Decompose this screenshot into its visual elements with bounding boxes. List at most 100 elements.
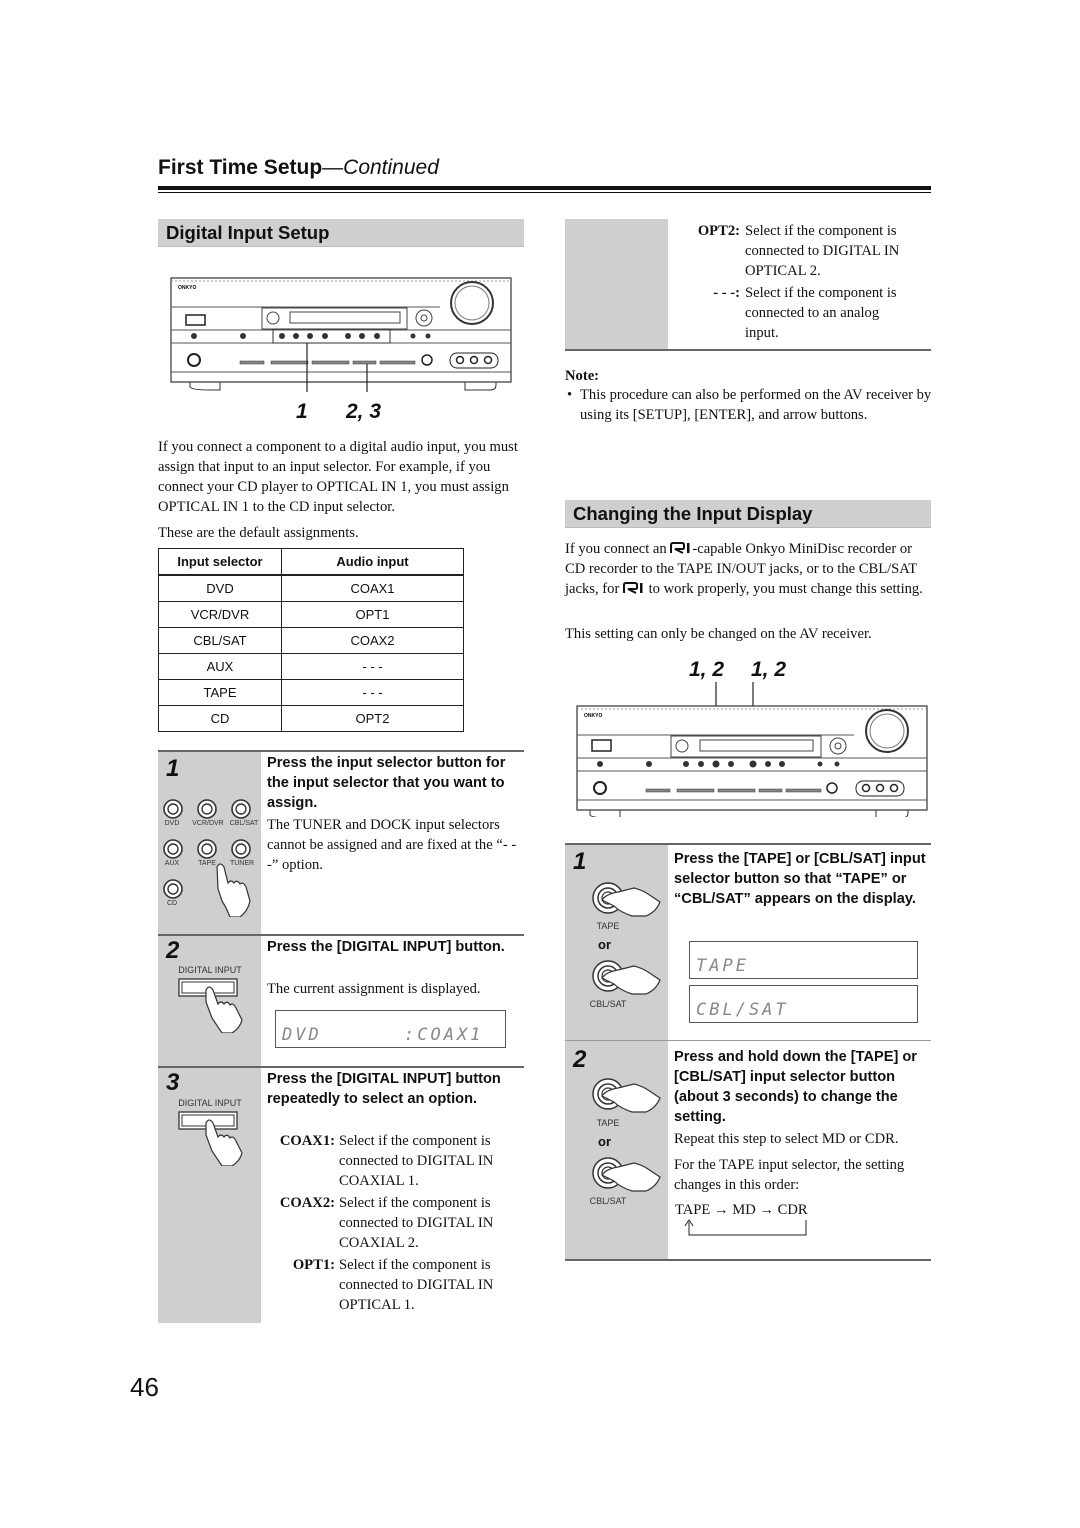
cell-audio-input: OPT1	[281, 601, 464, 628]
option-key: COAX2:	[279, 1195, 335, 1211]
lcd-display-assignment: DVD :COAX1	[275, 1010, 506, 1048]
table-header-input-selector: Input selector	[158, 548, 282, 576]
changing-input-intro: If you connect an -capable Onkyo MiniDis…	[565, 541, 923, 597]
cbl-sat-button-press-icon	[592, 1157, 661, 1192]
option-opt2: OPT2: Select if the component is connecte…	[672, 221, 932, 283]
cell-selector: CBL/SAT	[158, 627, 282, 654]
brand-logo: ONKYO	[178, 285, 196, 291]
right-step-2-body-repeat: Repeat this step to select MD or CDR.	[674, 1131, 899, 1147]
step-2-rule	[158, 934, 524, 936]
digital-input-button-illustration	[178, 978, 243, 1033]
step-number-3: 3	[166, 1069, 180, 1096]
tape-button-press-icon	[592, 1078, 661, 1113]
lcd-display-text: TAPE	[696, 956, 749, 976]
option-desc: Select if the component is connected to D…	[339, 1195, 494, 1251]
step-2-heading: Press the [DIGITAL INPUT] button.	[267, 939, 505, 955]
table-header-row: Input selector Audio input	[158, 548, 464, 576]
cell-selector: DVD	[158, 574, 282, 602]
option-key: OPT2:	[697, 223, 740, 239]
button-label-tape: TAPE	[198, 860, 216, 867]
right-step-2-rule	[565, 1040, 931, 1041]
cell-audio-input: - - -	[281, 679, 464, 706]
default-assignments-table: Input selector Audio input DVD COAX1 VCR/…	[158, 548, 464, 732]
option-key: - - -:	[713, 285, 740, 301]
lcd-display-input: DVD	[282, 1025, 322, 1045]
button-label-cbl-sat: CBL/SAT	[229, 820, 259, 827]
cell-selector: CD	[158, 705, 282, 732]
cell-audio-input: OPT2	[281, 705, 464, 732]
page-title-continued: —Continued	[322, 156, 439, 179]
cell-selector: AUX	[158, 653, 282, 680]
section-title-changing-input-display: Changing the Input Display	[565, 500, 931, 528]
option-desc: Select if the component is connected to a…	[745, 285, 897, 341]
cell-selector: TAPE	[158, 679, 282, 706]
step-1-rule	[158, 750, 524, 752]
right-step-number-1: 1	[573, 848, 587, 875]
page-title: First Time Setup	[158, 156, 323, 179]
option-key: OPT1:	[292, 1257, 335, 1273]
cycle-arrow: →	[759, 1202, 774, 1218]
cell-selector: VCR/DVR	[158, 601, 282, 628]
button-label-tuner: TUNER	[229, 860, 255, 867]
right-step-number-2: 2	[573, 1046, 587, 1073]
button-label-aux: AUX	[164, 860, 180, 867]
option-coax2: COAX2: Select if the component is connect…	[267, 1193, 524, 1255]
option-desc: Select if the component is connected to D…	[339, 1257, 494, 1313]
table-row: DVD COAX1	[158, 574, 464, 602]
digital-input-button-label: DIGITAL INPUT	[178, 965, 242, 975]
or-label: or	[598, 1134, 611, 1149]
option-key: COAX1:	[279, 1133, 335, 1149]
button-label-cd: CD	[166, 900, 178, 907]
table-header-audio-input: Audio input	[281, 548, 464, 576]
or-label: or	[598, 937, 611, 952]
defaults-intro: These are the default assignments.	[158, 525, 359, 541]
option-desc: Select if the component is connected to D…	[745, 223, 900, 279]
header-rule-thick	[158, 186, 931, 190]
lcd-display-cbl-sat: CBL/SAT	[689, 985, 918, 1023]
ri-logo-icon	[670, 542, 690, 554]
option-analog: - - -: Select if the component is connect…	[672, 283, 932, 345]
step-number-1: 1	[166, 755, 180, 782]
note-bullet: •	[567, 387, 573, 403]
table-row: AUX - - -	[158, 653, 464, 680]
cbl-sat-label: CBL/SAT	[589, 999, 627, 1009]
lcd-display-assignment-value: :COAX1	[404, 1025, 484, 1045]
receiver-front-panel-illustration: ONKYO	[170, 277, 512, 392]
tape-label: TAPE	[596, 921, 620, 931]
pointing-hand-icon	[216, 863, 251, 917]
receiver-front-panel-illustration: ONKYO	[576, 682, 928, 817]
note-title: Note:	[565, 368, 600, 384]
brand-logo: ONKYO	[584, 713, 602, 719]
cell-audio-input: - - -	[281, 653, 464, 680]
power-button	[185, 314, 206, 326]
continued-options-rule	[565, 349, 931, 351]
input-selector-buttons-illustration	[163, 799, 251, 917]
button-label-dvd: DVD	[164, 820, 180, 827]
note-text: This procedure can also be performed on …	[580, 387, 932, 423]
right-step-1-heading: Press the [TAPE] or [CBL/SAT] input sele…	[674, 851, 926, 907]
button-label-vcr-dvr: VCR/DVR	[192, 820, 224, 827]
callout-step-1: 1	[296, 400, 308, 423]
steps-side-band-continued	[565, 219, 668, 349]
header-rule-thin	[158, 192, 931, 193]
step-number-2: 2	[166, 937, 180, 964]
page-number: 46	[130, 1372, 159, 1402]
tape-button-press-icon	[592, 882, 661, 917]
option-desc: Select if the component is connected to D…	[339, 1133, 494, 1189]
table-row: VCR/DVR OPT1	[158, 601, 464, 628]
table-row: CBL/SAT COAX2	[158, 627, 464, 654]
lcd-display-text: CBL/SAT	[696, 1000, 789, 1020]
option-coax1: COAX1: Select if the component is connect…	[267, 1131, 524, 1193]
intro-paragraph: If you connect a component to a digital …	[158, 439, 518, 515]
callout-step-1-2-a: 1, 2	[689, 658, 725, 681]
table-row: TAPE - - -	[158, 679, 464, 706]
cell-audio-input: COAX2	[281, 627, 464, 654]
page-header: First Time Setup—Continued	[158, 156, 439, 180]
right-step-2-heading: Press and hold down the [TAPE] or [CBL/S…	[674, 1049, 917, 1125]
digital-input-button-label: DIGITAL INPUT	[178, 1098, 242, 1108]
cycle-return-arrow-icon	[684, 1219, 807, 1236]
cycle-item-md: MD	[732, 1202, 756, 1218]
step-3-heading: Press the [DIGITAL INPUT] button repeate…	[267, 1071, 501, 1107]
option-opt1: OPT1: Select if the component is connecte…	[267, 1255, 524, 1317]
changing-input-note: This setting can only be changed on the …	[565, 626, 872, 642]
